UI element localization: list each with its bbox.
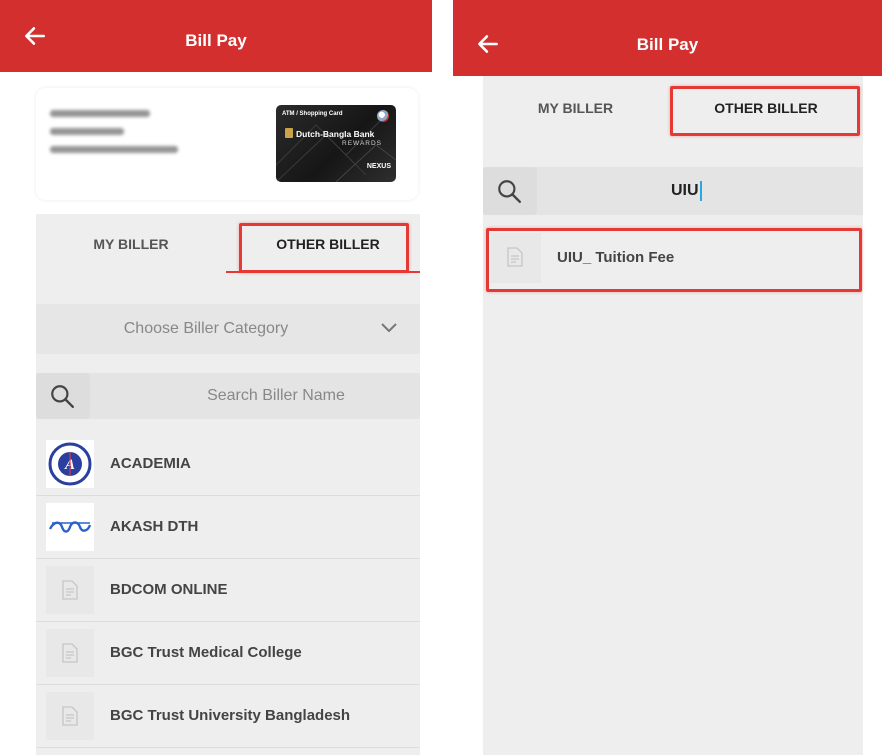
card-tier: REWARDS: [342, 140, 382, 147]
search-bar[interactable]: UIU: [483, 167, 863, 215]
right-screen: Bill Pay MY BILLER OTHER BILLER UIU UIU_…: [453, 0, 882, 755]
active-tab-underline: [226, 271, 420, 273]
biller-panel: MY BILLER OTHER BILLER Choose Biller Cat…: [36, 214, 420, 755]
akash-logo: [46, 503, 94, 551]
page-title: Bill Pay: [636, 35, 699, 54]
biller-name: BGC Trust University Bangladesh: [110, 707, 351, 724]
card-type-label: ATM / Shopping Card: [282, 111, 343, 117]
card-network: NEXUS: [366, 163, 391, 170]
search-icon-box[interactable]: [36, 373, 90, 419]
page-title: Bill Pay: [185, 31, 247, 50]
other-biller-highlight: [670, 86, 860, 136]
other-biller-highlight: [239, 223, 409, 273]
card-brand: Dutch-Bangla Bank: [296, 129, 375, 139]
document-icon: [46, 692, 94, 740]
search-input-value: UIU: [671, 182, 699, 200]
app-bar: Bill Pay: [453, 0, 882, 76]
left-screen: Bill Pay ATM / Shopping Card Dutch-Bangl…: [0, 0, 432, 755]
tab-my-biller[interactable]: MY BILLER: [483, 100, 668, 116]
card-validity-masked: [50, 128, 124, 135]
search-input[interactable]: Search Biller Name: [156, 387, 396, 405]
biller-name: ACADEMIA: [110, 455, 191, 472]
list-item[interactable]: AKASH DTH: [36, 496, 420, 559]
biller-name: BGC Trust Medical College: [110, 644, 302, 661]
search-icon-box[interactable]: [483, 167, 537, 215]
list-item[interactable]: BGC Trust University Bangladesh: [36, 685, 420, 748]
biller-name: AKASH DTH: [110, 518, 199, 535]
list-item[interactable]: A ACADEMIA: [36, 433, 420, 496]
card-summary: ATM / Shopping Card Dutch-Bangla Bank RE…: [36, 88, 418, 200]
tab-my-biller[interactable]: MY BILLER: [36, 236, 226, 252]
card-number-masked: [50, 110, 150, 117]
document-icon: [46, 566, 94, 614]
text-cursor: [699, 181, 702, 201]
result-highlight: [486, 228, 862, 292]
biller-category-dropdown[interactable]: Choose Biller Category: [36, 304, 420, 354]
biller-name: BDCOM ONLINE: [110, 581, 228, 598]
chevron-down-icon: [381, 323, 397, 333]
card-holder-masked: [50, 146, 178, 153]
search-icon: [51, 385, 75, 409]
card-image: ATM / Shopping Card Dutch-Bangla Bank RE…: [276, 105, 396, 182]
search-icon: [498, 180, 522, 204]
search-bar[interactable]: Search Biller Name: [36, 373, 420, 419]
biller-panel: MY BILLER OTHER BILLER UIU UIU_ Tuition …: [483, 76, 863, 755]
search-input[interactable]: UIU: [671, 181, 702, 201]
app-bar: Bill Pay: [0, 0, 432, 72]
academia-logo: A: [46, 440, 94, 488]
list-item[interactable]: BGC Trust Medical College: [36, 622, 420, 685]
chip-icon: [285, 128, 293, 138]
dropdown-label: Choose Biller Category: [123, 320, 289, 337]
list-item[interactable]: BDCOM ONLINE: [36, 559, 420, 622]
document-icon: [46, 629, 94, 677]
bank-logo-icon: [377, 110, 389, 122]
